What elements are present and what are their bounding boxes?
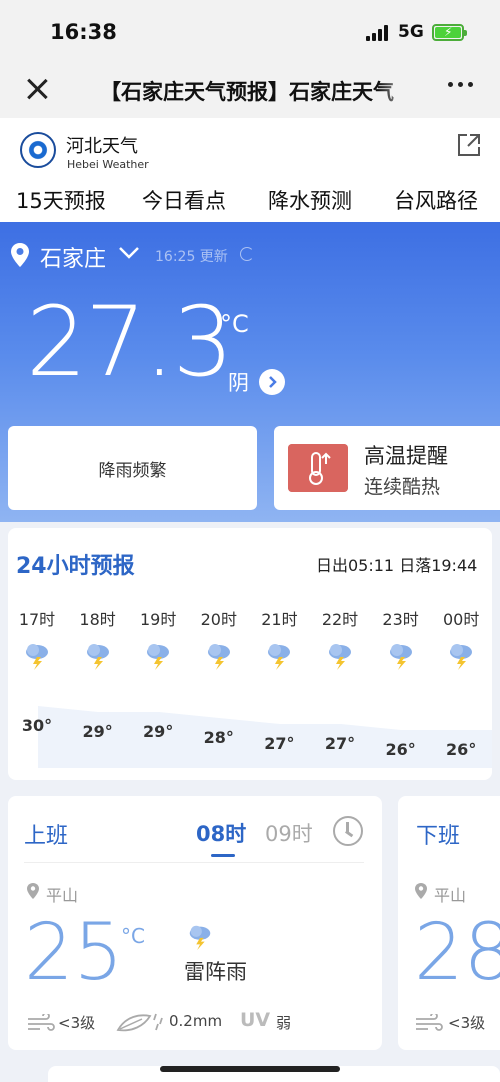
thunderstorm-icon <box>254 640 304 670</box>
share-icon[interactable] <box>456 132 482 158</box>
current-temperature: 27.3 <box>26 286 234 398</box>
hour-temperature: 27° <box>264 734 295 753</box>
hour-column: 00时 <box>436 606 486 670</box>
wind-icon <box>28 1014 55 1031</box>
hour-temperature: 30° <box>21 716 53 735</box>
temperature-unit: °C <box>220 310 249 338</box>
chevron-down-icon[interactable] <box>118 246 140 260</box>
commute-location: 平山 <box>434 886 467 905</box>
brand-name-cn: 河北天气 <box>66 136 138 157</box>
alert-subtitle: 连续酷热 <box>364 476 441 498</box>
hour-temperature: 26° <box>385 740 416 759</box>
commute-wind: <3级 <box>58 1014 96 1032</box>
signal-icon <box>366 25 388 41</box>
hour-temperature: 29° <box>82 722 113 741</box>
thunderstorm-icon <box>194 640 244 670</box>
brand-header: 河北天气 Hebei Weather <box>0 118 500 180</box>
time-tab-08[interactable]: 08时 <box>196 818 246 848</box>
hebei-weather-logo <box>20 132 56 168</box>
hourly-forecast-card: 24小时预报 日出05:11 日落19:44 17时 30° 18时 29° 19时 29… <box>8 528 492 780</box>
thunderstorm-icon <box>12 640 62 670</box>
tab-15day[interactable]: 15天预报 <box>16 185 106 215</box>
alert-title: 高温提醒 <box>364 444 448 468</box>
hour-label: 00时 <box>443 610 480 629</box>
hour-label: 22时 <box>321 610 359 629</box>
hour-temperature: 27° <box>324 734 356 753</box>
rain-leaf-icon <box>116 1013 163 1032</box>
network-type: 5G <box>398 22 424 42</box>
update-time: 16:25 更新 <box>155 249 228 265</box>
commute-title: 上班 <box>24 824 69 849</box>
battery-icon: ⚡ <box>432 24 467 41</box>
location-pin-icon <box>27 883 39 899</box>
hour-column: 23时 <box>376 606 426 670</box>
page-title: 【石家庄天气预报】石家庄天气 <box>100 80 394 104</box>
heat-alert-card[interactable]: 高温提醒 连续酷热 <box>274 426 500 510</box>
tab-bar: 15天预报 今日看点 降水预测 台风路径 <box>0 180 500 222</box>
thunderstorm-icon <box>376 640 426 670</box>
thunderstorm-icon <box>189 925 211 950</box>
tab-rain[interactable]: 降水预测 <box>268 185 352 215</box>
hour-column: 21时 <box>254 606 304 670</box>
thunderstorm-icon <box>315 640 365 670</box>
hour-column: 18时 <box>73 606 123 670</box>
commute-card-home[interactable]: 下班 平山 28 <3级 <box>398 796 500 1050</box>
time-tab-09[interactable]: 09时 <box>265 818 313 848</box>
clock-icon[interactable] <box>333 816 363 846</box>
refresh-icon[interactable] <box>240 247 254 261</box>
hour-column: 22时 <box>315 606 365 670</box>
commute-uv: 弱 <box>276 1014 292 1032</box>
commute-temperature-unit: °C <box>121 924 145 948</box>
sunrise-sunset: 日出05:11 日落19:44 <box>316 556 478 575</box>
thermometer-icon <box>288 444 348 492</box>
nav-bar: 【石家庄天气预报】石家庄天气 <box>0 62 500 118</box>
close-button[interactable] <box>22 74 52 104</box>
uv-label: UV <box>240 1009 271 1031</box>
city-selector[interactable]: 石家庄 <box>40 241 106 273</box>
thunderstorm-icon <box>133 640 183 670</box>
divider <box>24 862 364 863</box>
thunderstorm-icon <box>436 640 486 670</box>
commute-temperature: 28 <box>414 908 500 998</box>
current-weather-panel: 石家庄 16:25 更新 27.3 °C 阴 降雨频繁 高温提醒 连续酷热 <box>0 222 500 522</box>
rain-notice-card[interactable]: 降雨频繁 <box>8 426 257 510</box>
hour-temperature: 28° <box>203 728 234 747</box>
commute-rainfall: 0.2mm <box>169 1012 223 1030</box>
hour-label: 23时 <box>382 610 419 629</box>
commute-title: 下班 <box>416 824 461 849</box>
hour-label: 17时 <box>18 610 56 629</box>
hour-label: 18时 <box>79 610 116 629</box>
commute-condition: 雷阵雨 <box>184 960 247 984</box>
commute-location: 平山 <box>46 886 79 905</box>
commute-card-work[interactable]: 上班 08时 09时 平山 25 °C 雷阵雨 <3级 0.2mm UV 弱 <box>8 796 382 1050</box>
commute-temperature: 25 <box>24 908 124 998</box>
hour-temperature: 26° <box>446 740 477 759</box>
commute-wind: <3级 <box>448 1014 486 1032</box>
location-pin-icon <box>415 883 427 899</box>
chevron-right-icon[interactable] <box>259 369 285 395</box>
tab-underline <box>211 854 235 857</box>
status-bar: 16:38 5G ⚡ <box>0 0 500 62</box>
hour-column: 20时 <box>194 606 244 670</box>
hour-label: 19时 <box>140 610 177 629</box>
hour-label: 20时 <box>200 610 237 629</box>
hour-label: 21时 <box>261 610 298 629</box>
status-time: 16:38 <box>50 20 117 44</box>
tab-today[interactable]: 今日看点 <box>142 185 226 215</box>
wind-icon <box>416 1014 443 1031</box>
tab-typhoon[interactable]: 台风路径 <box>394 185 478 215</box>
hour-column: 17时 <box>12 606 62 670</box>
hourly-forecast-title: 24小时预报 <box>16 554 135 579</box>
hour-temperature: 29° <box>143 722 174 741</box>
brand-name-en: Hebei Weather <box>67 158 149 171</box>
thunderstorm-icon <box>73 640 123 670</box>
more-options-button[interactable] <box>448 82 473 87</box>
hour-column: 19时 <box>133 606 183 670</box>
location-pin-icon <box>11 243 29 267</box>
current-condition: 阴 <box>228 371 249 395</box>
home-indicator[interactable] <box>160 1066 340 1072</box>
